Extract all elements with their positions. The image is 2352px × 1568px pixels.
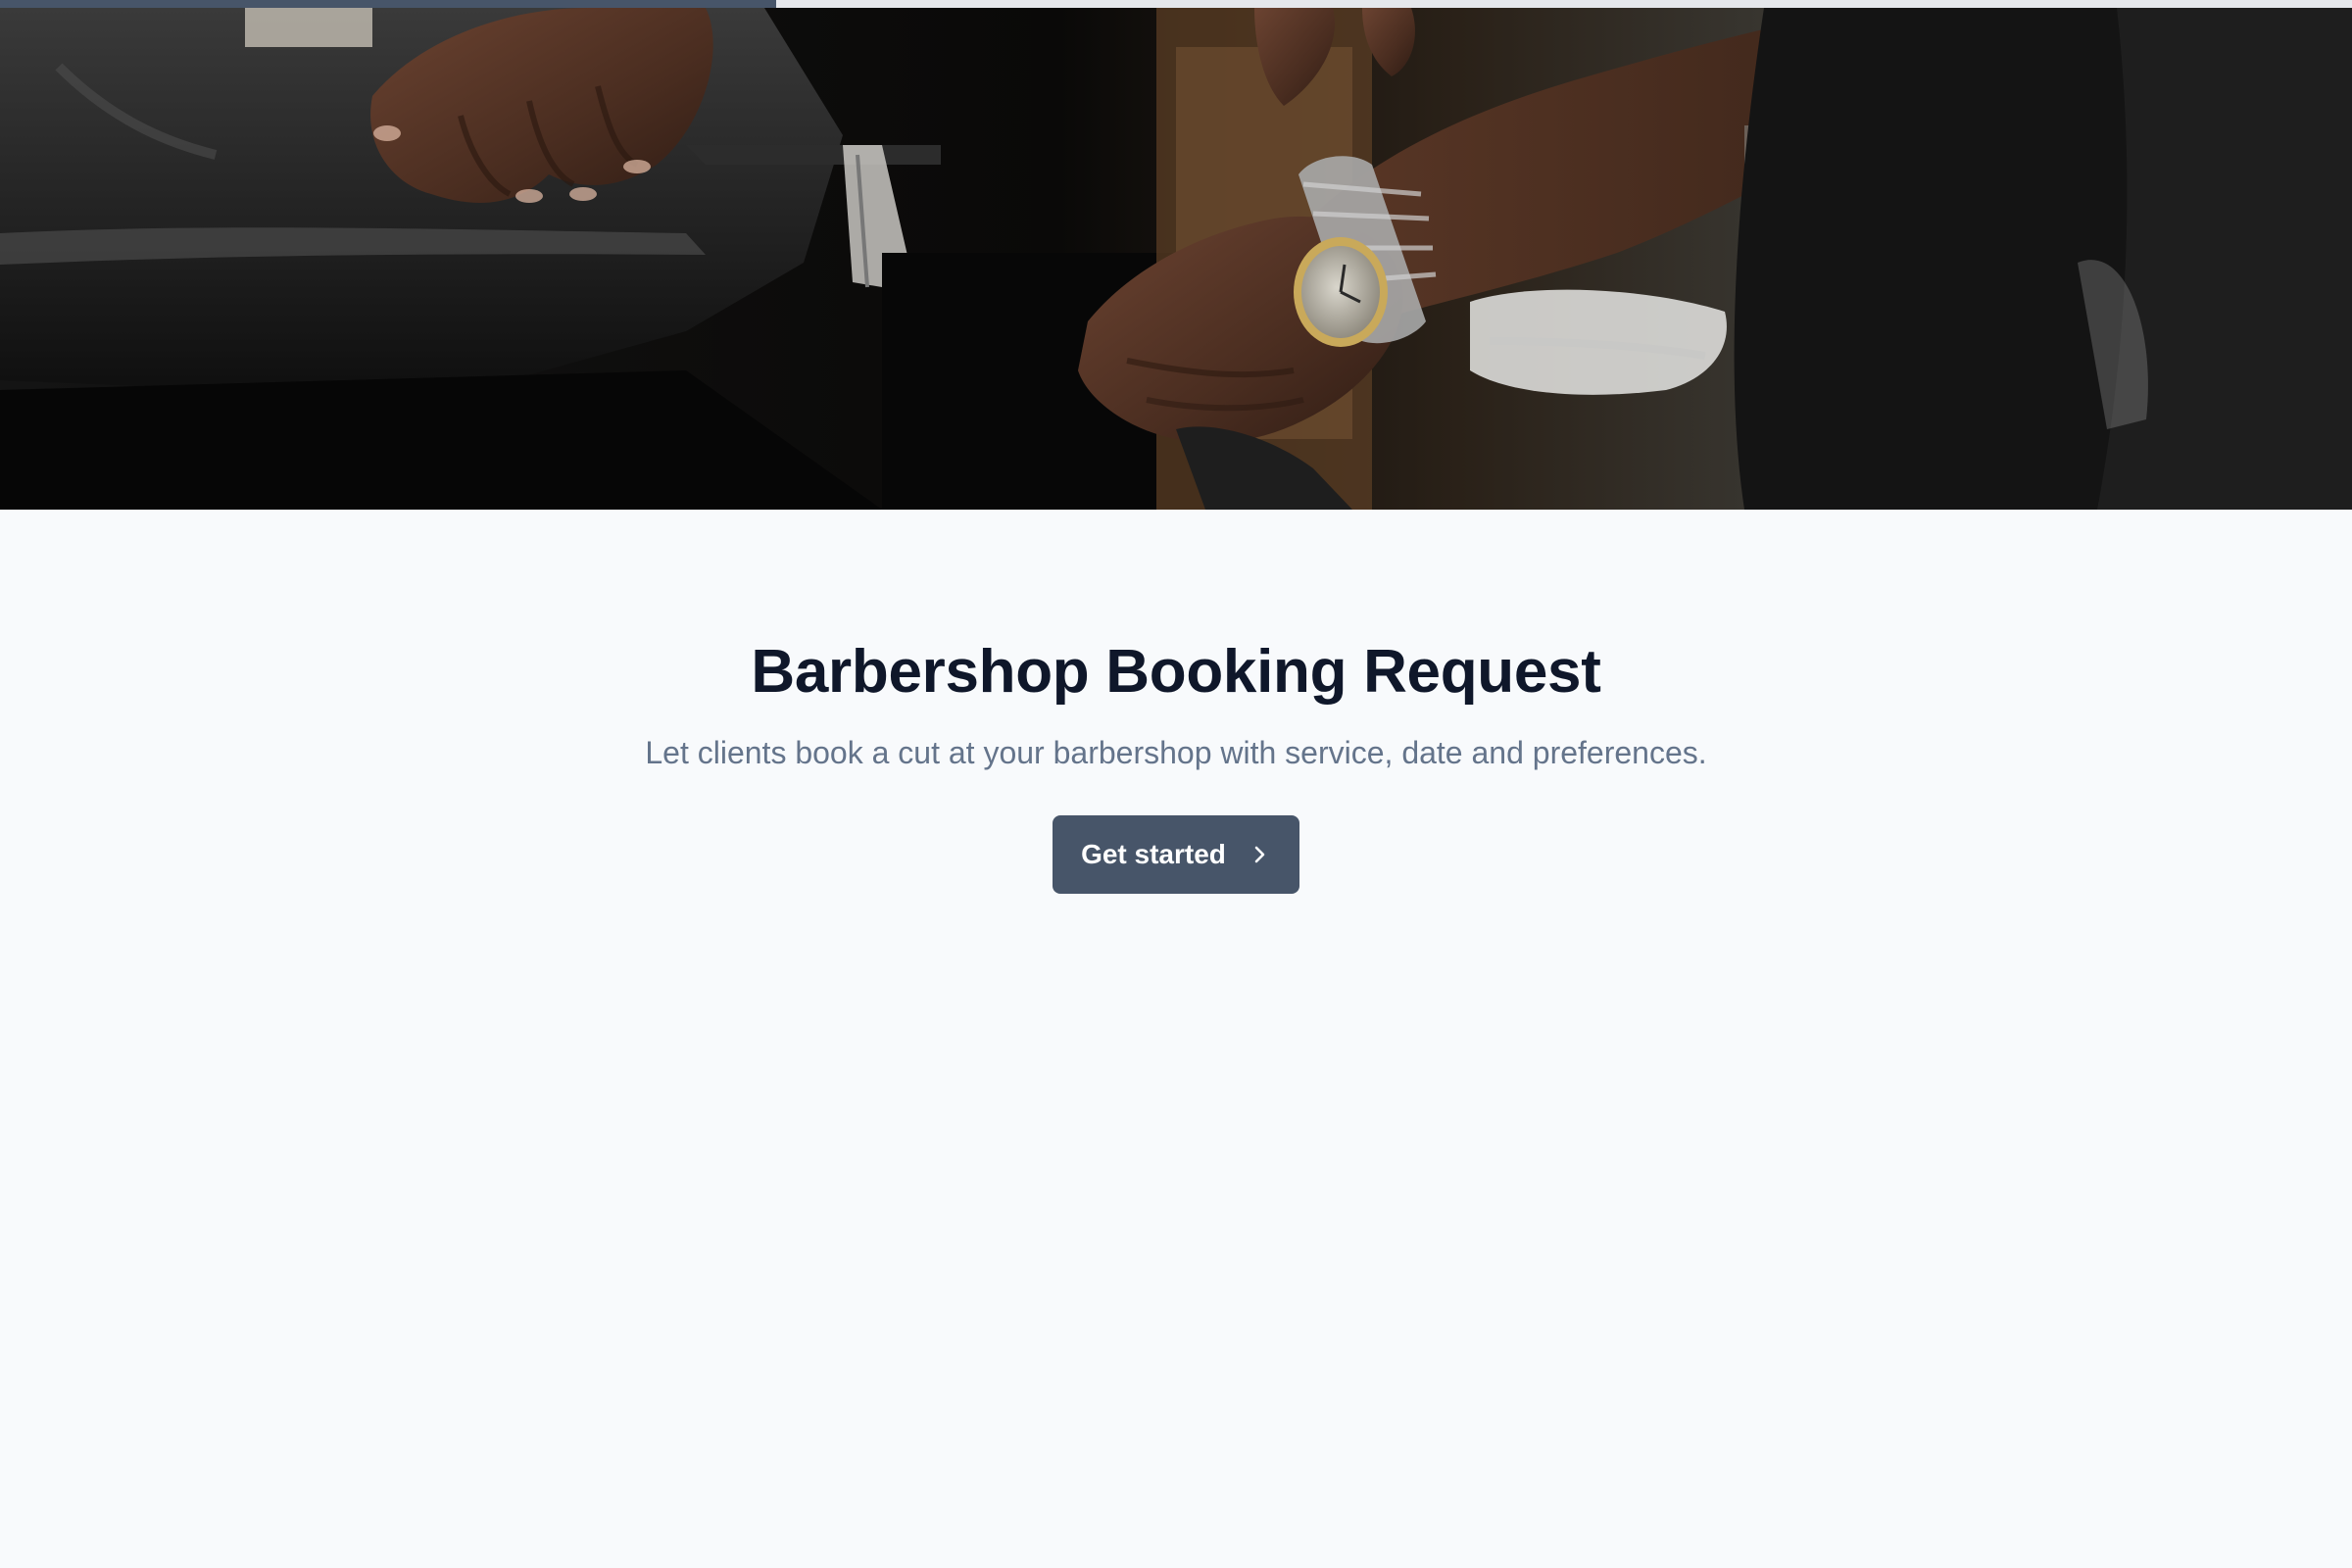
hero-image [0, 8, 2352, 510]
page-subtitle: Let clients book a cut at your barbersho… [645, 735, 1707, 771]
page-title: Barbershop Booking Request [751, 638, 1601, 706]
progress-bar [0, 0, 2352, 8]
barbershop-photo-icon [0, 8, 2352, 510]
main-content: Barbershop Booking Request Let clients b… [0, 510, 2352, 894]
get-started-button[interactable]: Get started [1053, 814, 1299, 894]
get-started-label: Get started [1081, 838, 1226, 869]
chevron-right-icon [1248, 843, 1271, 866]
page: Barbershop Booking Request Let clients b… [0, 0, 2352, 1568]
progress-bar-fill [0, 0, 776, 8]
